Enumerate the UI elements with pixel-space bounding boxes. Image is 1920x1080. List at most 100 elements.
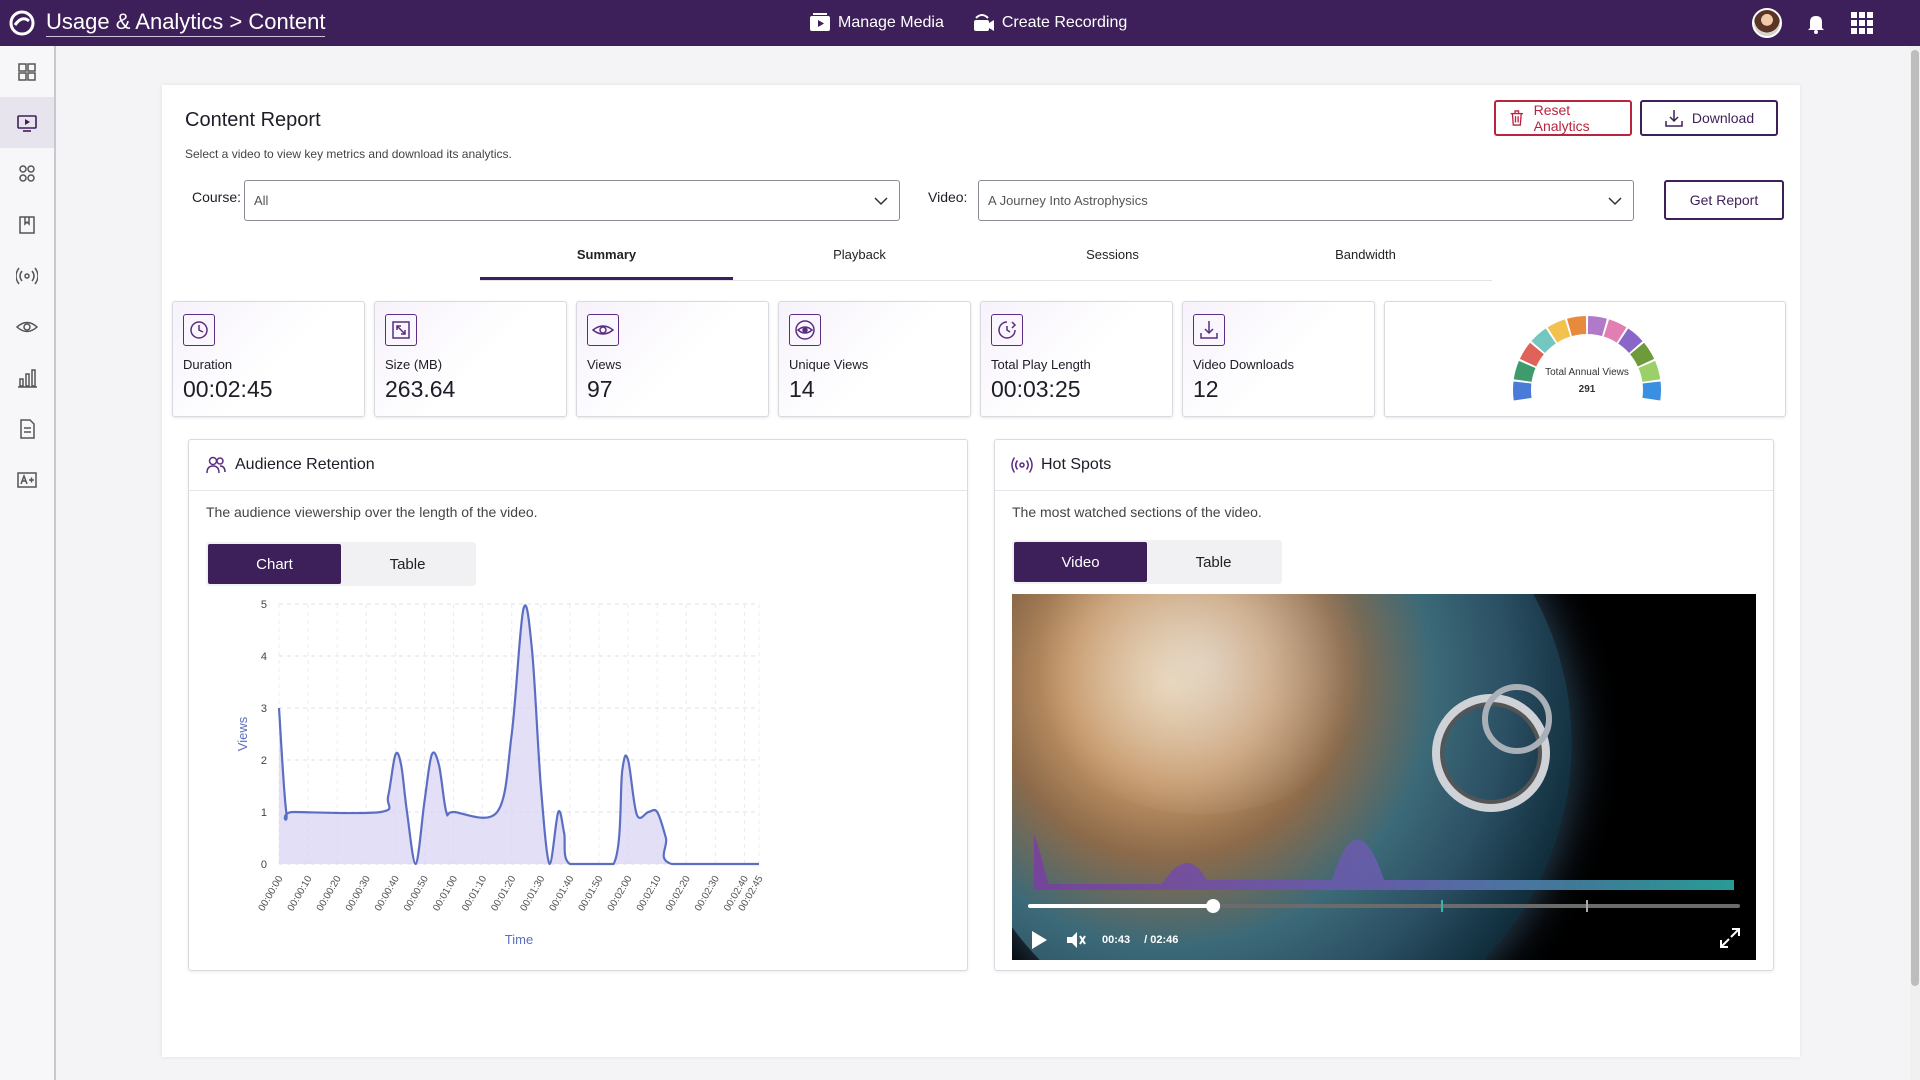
sidebar-item-reports[interactable] [0,403,54,454]
create-recording-button[interactable]: Create Recording [972,12,1127,34]
metric-label: Total Play Length [991,357,1091,372]
video-controls: 00:43 / 02:46 [1012,920,1756,960]
broadcast-icon [16,267,38,284]
avatar[interactable] [1752,8,1782,38]
hotspots-view-toggle: Video Table [1012,540,1282,584]
sidebar-item-live[interactable] [0,250,54,301]
metric-label: Video Downloads [1193,357,1294,372]
x-tick-label: 00:02:00 [606,874,635,914]
gauge-value: 291 [1579,384,1596,395]
gauge-label: Total Annual Views [1545,367,1629,378]
eye-icon [16,321,38,332]
metric-value: 263.64 [385,376,456,402]
tab-playback[interactable]: Playback [733,235,986,280]
x-tick-label: 00:00:20 [315,874,344,914]
sidebar-item-grades[interactable] [0,454,54,505]
table-toggle-button[interactable]: Table [1147,542,1280,582]
chart-toggle-button[interactable]: Chart [208,544,341,584]
metric-value: 97 [587,376,613,402]
manage-media-button[interactable]: Manage Media [808,12,944,34]
audience-retention-chart: 012345 00:00:00 00:00:10 00:00:20 00:00:30 0… [235,600,766,947]
page-scrollbar[interactable] [1910,46,1920,1080]
table-toggle-button[interactable]: Table [341,544,474,584]
annual-views-gauge-tile: Total Annual Views 291 [1384,301,1786,417]
panel-title: Hot Spots [1041,456,1112,473]
metric-label: Unique Views [789,357,869,372]
hotspot-heatmap-overlay [1028,834,1740,913]
brand: Usage & Analytics > Content [0,9,326,37]
retention-view-toggle: Chart Table [206,542,476,586]
annual-views-gauge: Total Annual Views 291 [1513,316,1661,401]
sidebar-item-users[interactable] [0,148,54,199]
x-tick-label: 00:01:10 [460,874,489,914]
x-tick-label: 00:00:00 [257,874,286,914]
bell-icon[interactable] [1804,11,1828,35]
metric-duration: Duration 00:02:45 [172,301,365,417]
metric-views: Views 97 [576,301,769,417]
top-bar: Usage & Analytics > Content Manage Media… [0,0,1920,46]
x-tick-label: 00:02:20 [664,874,693,914]
gauge-segment [1513,381,1532,401]
apps-grid-icon[interactable] [1850,11,1874,35]
report-tabs: Summary Playback Sessions Bandwidth [480,235,1492,281]
reset-analytics-label: Reset Analytics [1533,102,1590,134]
breadcrumb[interactable]: Usage & Analytics > Content [46,9,326,37]
current-time: 00:43 [1102,934,1131,946]
total-time: / 02:46 [1144,934,1179,946]
gauge-segment [1642,381,1661,401]
dashboard-icon [18,62,36,81]
volume-mute-icon[interactable] [1064,928,1088,952]
x-tick-label: 00:02:30 [693,874,722,914]
sidebar-item-views[interactable] [0,301,54,352]
video-player[interactable]: 00:43 / 02:46 [1012,594,1756,960]
y-tick-label: 3 [261,703,267,715]
panel-description: The audience viewership over the length … [206,504,538,520]
reset-analytics-button[interactable]: Reset Analytics [1494,100,1632,136]
sidebar-item-courses[interactable] [0,199,54,250]
fullscreen-icon[interactable] [1718,926,1742,950]
audience-retention-panel: Audience Retention The audience viewersh… [188,439,968,971]
scrollbar-thumb[interactable] [1911,50,1919,986]
metric-value: 12 [1193,376,1219,402]
course-select[interactable]: All [244,180,900,221]
sidebar-item-dashboard[interactable] [0,46,54,97]
audience-icon [206,456,226,474]
manage-media-label: Manage Media [838,14,944,31]
sidebar-item-media[interactable] [0,97,54,148]
sidebar-item-analytics[interactable] [0,352,54,403]
y-tick-label: 0 [261,859,267,871]
play-icon[interactable] [1026,928,1050,952]
trash-icon [1510,110,1523,126]
download-button[interactable]: Download [1640,100,1778,136]
broadcast-icon [1011,457,1033,473]
book-icon [19,215,35,234]
top-nav: Manage Media Create Recording [808,0,1127,46]
document-icon [20,418,35,439]
page-subtitle: Select a video to view key metrics and d… [185,147,512,161]
seek-handle[interactable] [1206,899,1221,913]
y-tick-label: 1 [261,807,267,819]
download-icon [1200,321,1218,339]
metric-value: 00:02:45 [183,376,273,402]
timer-icon [998,321,1017,339]
brand-logo-icon[interactable] [8,9,36,37]
unique-eye-icon [795,320,815,340]
video-toggle-button[interactable]: Video [1014,542,1147,582]
tab-bandwidth[interactable]: Bandwidth [1239,235,1492,280]
content-report-card: Content Report Select a video to view ke… [162,85,1800,1057]
metric-label: Views [587,357,622,372]
bar-chart-icon [18,368,37,388]
get-report-button[interactable]: Get Report [1664,180,1784,220]
panel-description: The most watched sections of the video. [1012,504,1262,520]
tab-summary[interactable]: Summary [480,235,733,280]
x-tick-label: 00:00:50 [402,874,431,914]
course-label: Course: [192,189,242,205]
video-select[interactable]: A Journey Into Astrophysics [978,180,1634,221]
metric-label: Duration [183,357,233,372]
x-tick-label: 00:01:40 [548,874,577,914]
y-axis-label: Views [235,716,250,751]
x-tick-label: 00:01:50 [577,874,606,914]
tab-sessions[interactable]: Sessions [986,235,1239,280]
metric-size: Size (MB) 263.64 [374,301,567,417]
sidebar [0,46,56,1080]
